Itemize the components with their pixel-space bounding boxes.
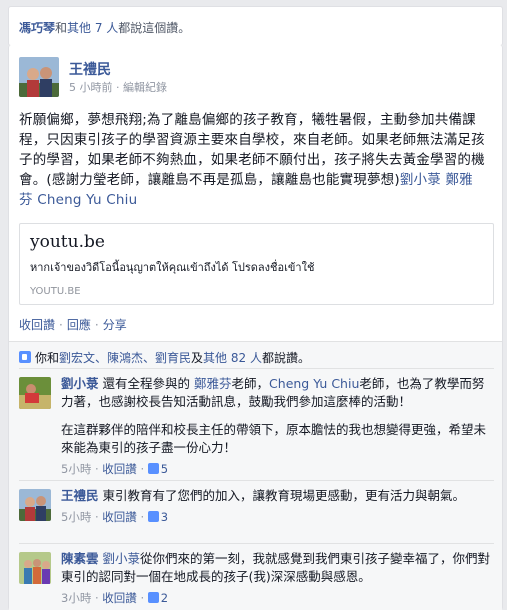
comment-tag[interactable]: 劉小菉 <box>103 551 141 566</box>
comment-timestamp[interactable]: 3小時 <box>61 591 91 605</box>
liker-name-link[interactable]: 馮巧琴 <box>19 21 55 35</box>
author-avatar[interactable] <box>19 57 59 97</box>
tag-person-3[interactable]: Cheng Yu Chiu <box>37 192 137 208</box>
unlike-button[interactable]: 收回讚 <box>19 318 55 332</box>
link-preview[interactable]: youtu.be หากเจ้าของวิดีโอนี้อนุญาตให้คุณ… <box>19 223 494 305</box>
comment-meta: 5小時 · 收回讚 · 3 <box>61 510 169 524</box>
edit-history-link[interactable]: 編輯紀錄 <box>123 81 167 94</box>
post-card: 王禮民 5 小時前 · 編輯紀錄 祈願偏鄉，夢想飛翔;為了離島偏鄉的孩子教育，犧… <box>8 45 503 610</box>
comment-meta: 3小時 · 收回讚 · 2 <box>61 591 169 605</box>
comment-item: 劉小菉 還有全程參與的 鄭雅芬老師，Cheng Yu Chiu老師，也為了教學而努… <box>19 368 494 477</box>
comment-timestamp[interactable]: 5小時 <box>61 510 91 524</box>
link-preview-title: youtu.be <box>30 232 105 252</box>
comment-author[interactable]: 王禮民 <box>61 488 99 503</box>
comment-text: 王禮民 東引教育有了您們的加入，讓教育現場更感動，更有活力與朝氣。 <box>61 488 466 503</box>
post-body: 祈願偏鄉，夢想飛翔;為了離島偏鄉的孩子教育，犧牲暑假，主動參加共備課程，只因東引… <box>19 110 497 210</box>
comment-text: 陳素雲 劉小菉從你們來的第一刻，我就感覺到我們東引孩子變幸福了，你們對東引的認同對… <box>61 551 491 584</box>
comment-item: 王禮民 東引教育有了您們的加入，讓教育現場更感動，更有活力與朝氣。 5小時 · 收… <box>19 480 494 525</box>
like-icon <box>19 351 31 363</box>
comment-paragraph: 在這群夥伴的陪伴和校長主任的帶領下，原本膽怯的我也想變得更強，希望未來能為東引的… <box>61 422 487 455</box>
comment-like-count[interactable]: 2 <box>147 591 168 605</box>
comment-tag[interactable]: Cheng Yu Chiu <box>269 376 359 391</box>
link-preview-domain: YOUTU.BE <box>30 286 81 297</box>
comment-unlike-button[interactable]: 收回讚 <box>102 462 137 476</box>
thumbs-up-icon <box>147 463 159 474</box>
comment-meta: 5小時 · 收回讚 · 5 <box>61 462 169 476</box>
comment-tag[interactable]: 鄭雅芬 <box>194 376 232 391</box>
share-button[interactable]: 分享 <box>103 318 127 332</box>
commenter-avatar[interactable] <box>19 552 51 584</box>
post-meta: 5 小時前 · 編輯紀錄 <box>69 81 167 94</box>
like-story-text: 馮巧琴和其他 7 人都說這個讚。 <box>19 21 191 35</box>
feedback-section: 你和劉宏文、陳鴻杰、劉育民及其他 82 人都說讚。 劉小菉 還有全程參與的 鄭雅芬… <box>9 341 502 610</box>
comment-author[interactable]: 陳素雲 <box>61 551 99 566</box>
commenter-avatar[interactable] <box>19 377 51 409</box>
other-likers-count-link[interactable]: 其他 82 人 <box>203 351 262 365</box>
comment-author[interactable]: 劉小菉 <box>61 376 99 391</box>
other-likers-link[interactable]: 其他 7 人 <box>67 21 118 35</box>
like-story-bar: 馮巧琴和其他 7 人都說這個讚。 <box>8 6 503 46</box>
thumbs-up-icon <box>147 592 159 603</box>
commenter-avatar[interactable] <box>19 489 51 521</box>
post-timestamp[interactable]: 5 小時前 <box>69 81 113 94</box>
link-preview-description: หากเจ้าของวิดีโอนี้อนุญาตให้คุณเข้าถึงได… <box>30 261 315 274</box>
tag-person-1[interactable]: 劉小菉 <box>400 172 441 188</box>
likes-summary: 你和劉宏文、陳鴻杰、劉育民及其他 82 人都說讚。 <box>19 349 310 366</box>
post-actions: 收回讚 · 回應 · 分享 <box>19 318 127 332</box>
comment-text: 劉小菉 還有全程參與的 鄭雅芬老師，Cheng Yu Chiu老師，也為了教學而努… <box>61 375 494 457</box>
comment-button[interactable]: 回應 <box>67 318 91 332</box>
comment-like-count[interactable]: 3 <box>147 510 168 524</box>
comment-item: 陳素雲 劉小菉從你們來的第一刻，我就感覺到我們東引孩子變幸福了，你們對東引的認同對… <box>19 543 494 606</box>
comment-unlike-button[interactable]: 收回讚 <box>102 591 137 605</box>
post-author-name[interactable]: 王禮民 <box>69 59 111 79</box>
likers-list-link[interactable]: 劉宏文、陳鴻杰、劉育民 <box>59 351 191 365</box>
thumbs-up-icon <box>147 511 159 522</box>
comment-timestamp[interactable]: 5小時 <box>61 462 91 476</box>
comment-like-count[interactable]: 5 <box>147 462 168 476</box>
comment-unlike-button[interactable]: 收回讚 <box>102 510 137 524</box>
